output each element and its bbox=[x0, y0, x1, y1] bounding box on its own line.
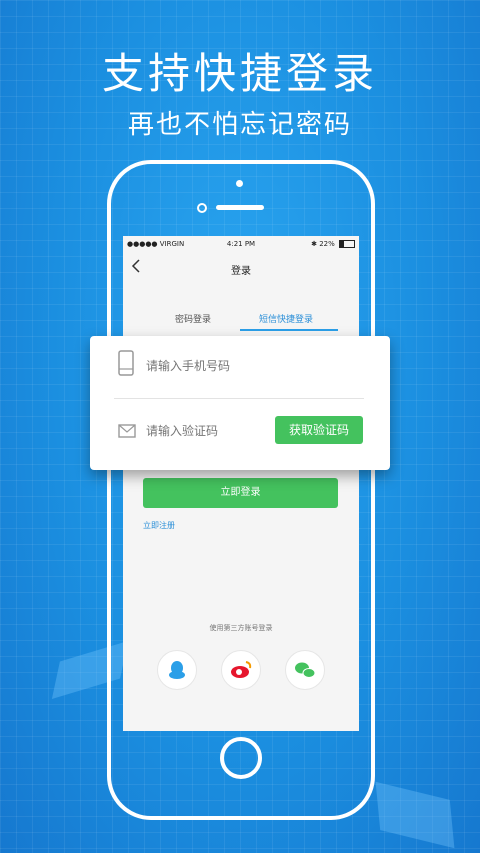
phone-screen: ●●●●● VIRGIN 4:21 PM ✱ 22% 登录 密码登录 短信快捷登… bbox=[123, 236, 359, 731]
wechat-icon bbox=[295, 662, 316, 678]
tab-sms-login[interactable]: 短信快捷登录 bbox=[259, 312, 313, 325]
wechat-login-button[interactable] bbox=[285, 650, 325, 690]
qq-icon bbox=[169, 661, 185, 679]
bluetooth-icon: ✱ bbox=[311, 240, 320, 248]
sms-login-card: 获取验证码 bbox=[90, 336, 390, 470]
envelope-icon bbox=[118, 424, 136, 438]
verification-code-input[interactable] bbox=[144, 419, 268, 443]
qq-login-button[interactable] bbox=[157, 650, 197, 690]
login-button[interactable]: 立即登录 bbox=[143, 478, 338, 508]
get-code-button[interactable]: 获取验证码 bbox=[275, 416, 363, 444]
phone-icon bbox=[118, 350, 134, 376]
battery-icon bbox=[339, 240, 355, 248]
status-bar: ●●●●● VIRGIN 4:21 PM ✱ 22% bbox=[123, 236, 359, 252]
active-tab-indicator bbox=[240, 329, 338, 331]
promo-subline: 再也不怕忘记密码 bbox=[127, 110, 352, 140]
tab-password-login[interactable]: 密码登录 bbox=[175, 312, 211, 325]
input-divider bbox=[114, 398, 364, 399]
login-tabs: 密码登录 短信快捷登录 bbox=[123, 312, 359, 334]
nav-bar: 登录 bbox=[123, 252, 359, 296]
phone-number-input[interactable] bbox=[144, 354, 368, 378]
battery-percent: 22% bbox=[319, 240, 335, 248]
phone-front-camera bbox=[197, 203, 207, 213]
status-battery: ✱ 22% bbox=[311, 240, 355, 248]
phone-speaker bbox=[216, 205, 264, 210]
phone-home-button[interactable] bbox=[220, 737, 262, 779]
page-title: 登录 bbox=[231, 266, 251, 277]
phone-camera bbox=[236, 180, 243, 187]
third-party-caption: 使用第三方账号登录 bbox=[209, 624, 273, 632]
promo-headline: 支持快捷登录 bbox=[101, 49, 378, 98]
weibo-login-button[interactable] bbox=[221, 650, 261, 690]
weibo-icon bbox=[231, 661, 252, 678]
register-link[interactable]: 立即注册 bbox=[143, 520, 175, 531]
